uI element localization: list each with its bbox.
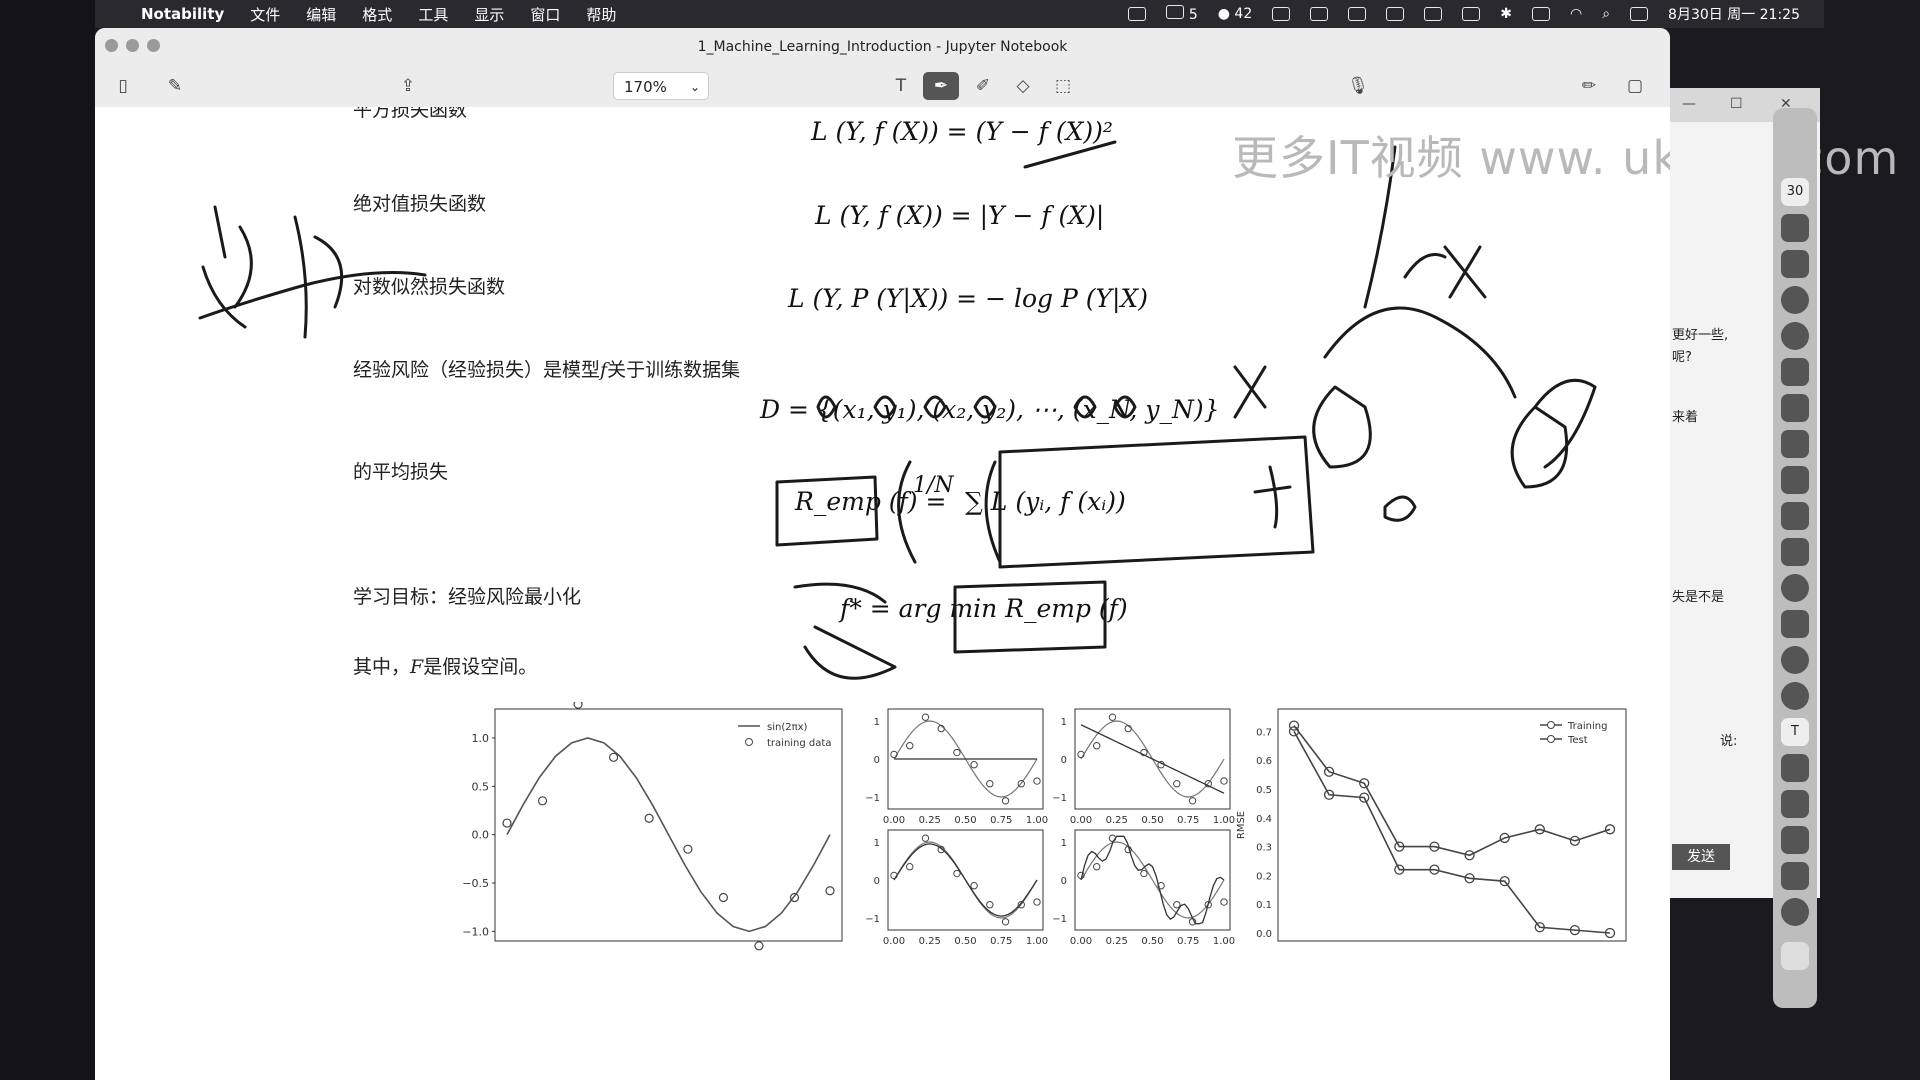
camera-icon[interactable] xyxy=(1781,862,1809,890)
desktop-left xyxy=(0,0,95,1080)
menu-format[interactable]: 格式 xyxy=(362,4,392,25)
chat-line-1: 更好一些, xyxy=(1672,328,1729,343)
handwriting-layer xyxy=(198,140,1597,680)
github-icon[interactable] xyxy=(1781,646,1809,674)
ink-box-argmin xyxy=(953,580,1107,654)
wechat-icon xyxy=(1166,5,1185,19)
network-icon[interactable] xyxy=(1781,538,1809,566)
sync-icon[interactable] xyxy=(1781,682,1809,710)
title-bar: 1_Machine_Learning_Introduction - Jupyte… xyxy=(95,28,1670,65)
sidebar-toggle-icon[interactable]: ▯ xyxy=(105,72,141,100)
menu-app-name[interactable]: Notability xyxy=(141,5,224,23)
qq-icon[interactable] xyxy=(1781,394,1809,422)
app-icon[interactable] xyxy=(1781,322,1809,350)
ink-x-label xyxy=(1233,365,1267,419)
wechat-count: 5 xyxy=(1188,7,1198,23)
pen-tool-icon[interactable]: ✒ xyxy=(923,72,959,100)
screen-icon[interactable] xyxy=(1424,7,1443,21)
preview-icon[interactable] xyxy=(1781,790,1809,818)
maximize-icon[interactable]: ☐ xyxy=(1730,96,1743,112)
ink-arrow-top xyxy=(1023,140,1117,169)
menu-help[interactable]: 帮助 xyxy=(586,4,616,25)
pencil-edit-icon[interactable]: ✏ xyxy=(1571,72,1607,100)
menu-tools[interactable]: 工具 xyxy=(418,4,448,25)
chat-line-2: 呢? xyxy=(1672,350,1692,365)
toolbar: ▯ ✎ ⇪ 170% ⌄ T ✒ ✐ ◇ ⬚ 🎙 ✏ ▢ xyxy=(95,65,1670,108)
wechat-dock-icon[interactable] xyxy=(1781,430,1809,458)
ink-circle-x xyxy=(1312,385,1372,469)
battery-icon[interactable] xyxy=(1531,7,1550,21)
badge-status[interactable]: ● 42 xyxy=(1218,6,1253,22)
calendar-icon[interactable]: 30 xyxy=(1781,178,1809,206)
share-icon[interactable]: ⇪ xyxy=(390,72,426,100)
dock-app-2-icon[interactable] xyxy=(1781,214,1809,242)
chat-line-3: 来着 xyxy=(1672,410,1699,425)
page-icon[interactable]: ▢ xyxy=(1617,72,1653,100)
microphone-icon[interactable]: 🎙 xyxy=(1340,72,1376,100)
dock-app-12-icon[interactable] xyxy=(1781,574,1809,602)
app-status-icon[interactable] xyxy=(1348,7,1367,21)
chevron-down-icon: ⌄ xyxy=(689,80,700,94)
chat-line-5: 说: xyxy=(1720,734,1738,749)
ink-circle-zero xyxy=(1383,495,1417,522)
bluetooth-icon[interactable]: ✱ xyxy=(1500,6,1512,22)
wifi-icon[interactable]: ◠ xyxy=(1570,6,1582,22)
menu-bar: Notability 文件 编辑 格式 工具 显示 窗口 帮助 5 ● 42 ✱… xyxy=(95,0,1824,28)
pen-icon[interactable] xyxy=(1781,898,1809,926)
text-tool-icon[interactable]: T xyxy=(883,72,919,100)
ink-box-sum xyxy=(897,435,1315,569)
wechat-status[interactable]: 5 xyxy=(1166,5,1198,23)
ink-circle-y xyxy=(1510,405,1569,489)
menu-file[interactable]: 文件 xyxy=(250,4,280,25)
ink-zero-mark xyxy=(1253,465,1292,529)
ink-scribble-left xyxy=(201,205,344,339)
notes-icon[interactable] xyxy=(1781,502,1809,530)
lasso-icon[interactable]: ⬚ xyxy=(1045,72,1081,100)
status-app-icon[interactable] xyxy=(1128,7,1147,21)
ink-arrow-curve xyxy=(1323,306,1517,399)
ink-box-remp xyxy=(775,475,879,547)
search-icon[interactable]: ⌕ xyxy=(1602,6,1610,22)
vscode-icon[interactable] xyxy=(1781,250,1809,278)
menu-view[interactable]: 显示 xyxy=(474,4,504,25)
zoom-select[interactable]: 170% ⌄ xyxy=(613,72,709,100)
mail-icon[interactable] xyxy=(1781,754,1809,782)
ink-underline-stroke xyxy=(198,271,427,320)
compose-icon[interactable]: ✎ xyxy=(157,72,193,100)
folder-icon[interactable] xyxy=(1781,466,1809,494)
note-canvas[interactable]: 平方损失函数 L (Y, f (X)) = (Y − f (X))² 绝对值损失… xyxy=(95,107,1670,1080)
window-title: 1_Machine_Learning_Introduction - Jupyte… xyxy=(697,39,1068,55)
control-center-icon[interactable] xyxy=(1630,7,1649,21)
minimize-icon[interactable]: — xyxy=(1682,96,1696,112)
trash-icon[interactable] xyxy=(1781,942,1809,970)
grid-icon[interactable] xyxy=(1462,7,1481,21)
eraser-icon[interactable]: ◇ xyxy=(1005,72,1041,100)
clock[interactable]: 8月30日 周一 21:25 xyxy=(1668,4,1800,24)
text-icon[interactable]: T xyxy=(1781,718,1809,746)
highlighter-icon[interactable]: ✐ xyxy=(965,72,1001,100)
calendar-badge: 30 xyxy=(1786,184,1804,199)
keyboard-icon[interactable] xyxy=(1310,7,1329,21)
badge-count: 42 xyxy=(1234,6,1253,22)
menu-window[interactable]: 窗口 xyxy=(530,4,560,25)
status-area: 5 ● 42 ✱ ◠ ⌕ 8月30日 周一 21:25 xyxy=(1128,0,1800,28)
ink-scribble-argmin xyxy=(793,582,897,680)
play-icon[interactable] xyxy=(1386,7,1405,21)
dock: 30 T xyxy=(1773,108,1817,1008)
ink-fx-label xyxy=(1403,245,1487,299)
chrome-icon[interactable] xyxy=(1781,286,1809,314)
ink-circles-dataset xyxy=(816,395,1137,419)
chat-line-4: 失是不是 xyxy=(1672,590,1725,605)
books-icon[interactable] xyxy=(1781,826,1809,854)
terminal-icon[interactable] xyxy=(1781,358,1809,386)
zoom-value: 170% xyxy=(624,78,667,96)
spotlight-icon[interactable] xyxy=(1272,7,1291,21)
send-button[interactable]: 发送 xyxy=(1672,844,1730,870)
reader-icon[interactable] xyxy=(1781,610,1809,638)
menu-edit[interactable]: 编辑 xyxy=(306,4,336,25)
